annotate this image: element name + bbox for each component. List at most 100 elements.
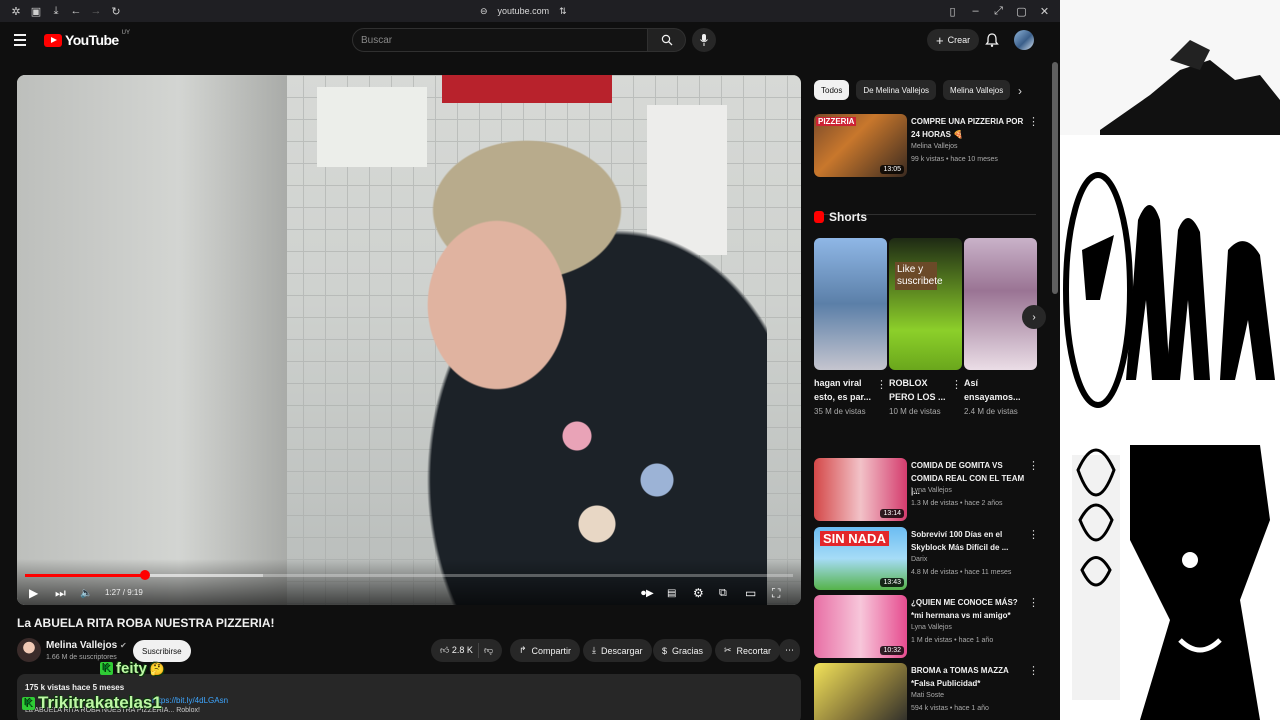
download-icon[interactable]: ⤓ [46, 0, 66, 22]
rec-channel: Melina Vallejos [911, 143, 958, 150]
channel-name-text: Melina Vallejos [46, 640, 118, 651]
duration-badge: 10:32 [880, 646, 904, 655]
clip-button[interactable]: ✂ Recortar [715, 639, 781, 662]
chip-de-melina-vallejos[interactable]: De Melina Vallejos [856, 80, 937, 100]
kick-logo-icon: K [22, 696, 35, 710]
volume-icon[interactable]: 🔈 [80, 585, 92, 601]
channel-avatar[interactable] [17, 638, 41, 662]
subtitles-icon[interactable]: ▤ [667, 585, 676, 601]
minimize-icon[interactable]: – [964, 0, 987, 22]
shorts-title: Shorts [829, 210, 868, 224]
theater-mode-icon[interactable]: ▭ [745, 585, 756, 601]
search-button[interactable] [648, 28, 686, 52]
search-input[interactable]: Buscar [352, 28, 648, 52]
youtube-logo[interactable]: YouTube UY [44, 30, 130, 48]
rec-title: BROMA a TOMAS MAZZA *Falsa Publicidad* [911, 666, 1009, 688]
description-link[interactable]: https://bit.ly/4dLGAsn [152, 696, 228, 705]
create-button[interactable]: + Crear [927, 29, 980, 51]
player-controls: ▶ ⏭ 🔈 1:27 / 9:19 ⏺▶ ▤ ⚙ ⧉ ▭ ⛶ [17, 559, 801, 605]
rec-title: Sobreviví 100 Días en el Skyblock Más Di… [911, 530, 1009, 552]
channel-name[interactable]: Melina Vallejos ✔ [46, 640, 127, 651]
reload-icon[interactable]: ↻ [106, 0, 126, 22]
short-title: hagan viral esto, es par... [814, 378, 872, 402]
thumbnail-text: Like y suscribete [895, 262, 943, 290]
recommended-video[interactable]: SIN NADA 13:43 Sobreviví 100 Días en el … [814, 527, 1039, 591]
more-vert-icon[interactable]: ⋮ [1028, 528, 1039, 541]
video-thumbnail[interactable]: SIN NADA 13:43 [814, 527, 907, 590]
like-dislike-group: 👍︎ 2.8 K 👎︎ [431, 639, 503, 662]
video-thumbnail[interactable]: PIZZERIA 13:05 [814, 114, 907, 177]
masthead: YouTube UY Buscar + Crear [0, 22, 1060, 58]
restore-icon[interactable]: ⤢ [987, 0, 1010, 22]
miniplayer-icon[interactable]: ⧉ [719, 585, 727, 601]
forward-icon[interactable]: → [86, 0, 106, 22]
video-title: La ABUELA RITA ROBA NUESTRA PIZZERIA! [17, 616, 275, 630]
view-stats: 175 k vistas hace 5 meses [25, 683, 125, 692]
split-view-icon[interactable]: ▯ [941, 0, 964, 22]
tune-icon[interactable]: ⇅ [559, 6, 567, 17]
recommended-video[interactable]: 10:32 ¿QUIEN ME CONOCE MÁS? *mi hermana … [814, 595, 1039, 659]
stream-overlay-name: K Trikitrakatelas1 [22, 693, 162, 713]
chevron-right-icon[interactable]: › [1018, 84, 1022, 98]
recommended-video[interactable]: PIZZERIA 13:05 COMPRE UNA PIZZERIA POR 2… [814, 114, 1039, 178]
extensions-icon[interactable]: ✲ [6, 0, 26, 22]
scrollbar-thumb[interactable] [1052, 62, 1058, 294]
video-frame [387, 120, 767, 605]
more-vert-icon[interactable]: ⋮ [951, 378, 962, 391]
video-thumbnail[interactable]: 13:14 [814, 458, 907, 521]
sidebar-toggle-icon[interactable]: ▣ [26, 0, 46, 22]
next-icon[interactable]: ⏭ [55, 585, 66, 601]
play-icon[interactable]: ▶ [29, 585, 38, 601]
rec-meta: 594 k vistas • hace 1 año [911, 705, 989, 712]
menu-icon[interactable] [14, 31, 32, 49]
settings-gear-icon[interactable]: ⚙ [693, 585, 704, 601]
scrollbar[interactable] [1050, 22, 1060, 720]
short-thumbnail[interactable] [814, 238, 887, 370]
recommended-video[interactable]: 13:14 COMIDA DE GOMITA VS COMIDA REAL CO… [814, 458, 1039, 522]
video-player[interactable]: ▶ ⏭ 🔈 1:27 / 9:19 ⏺▶ ▤ ⚙ ⧉ ▭ ⛶ [17, 75, 801, 605]
scrubber-knob[interactable] [139, 570, 150, 580]
divider [477, 643, 479, 658]
short-item[interactable]: Like y suscribete ROBLOX PERO LOS ... 10… [889, 238, 962, 416]
overlay-name-2: Trikitrakatelas1 [38, 693, 162, 712]
video-thumbnail[interactable] [814, 663, 907, 720]
kick-logo-icon: K [100, 662, 113, 675]
like-button[interactable]: 👍︎ 2.8 K [440, 645, 473, 656]
short-thumbnail[interactable] [964, 238, 1037, 370]
more-vert-icon[interactable]: ⋮ [1028, 664, 1039, 677]
thumbnail-text: PIZZERIA [816, 117, 857, 126]
address-bar[interactable]: ⊖ youtube.com ⇅ [480, 0, 567, 22]
site-info-icon[interactable]: ⊖ [480, 6, 488, 17]
back-icon[interactable]: ← [66, 0, 86, 22]
download-button[interactable]: ⤓ Descargar [583, 639, 652, 662]
progress-bar[interactable] [25, 570, 793, 580]
notifications-bell-icon[interactable] [984, 32, 1000, 48]
short-thumbnail[interactable]: Like y suscribete [889, 238, 962, 370]
maximize-icon[interactable]: ▢ [1010, 0, 1033, 22]
chip-todos[interactable]: Todos [814, 80, 850, 100]
share-button[interactable]: ↱ Compartir [510, 639, 581, 662]
rec-channel: Darix [911, 556, 928, 563]
rec-channel: Lyna Vallejos [911, 624, 952, 631]
subscribe-button[interactable]: Suscribirse [133, 640, 191, 662]
thanks-button[interactable]: $ Gracias [653, 639, 713, 662]
dislike-button[interactable]: 👎︎ [484, 645, 493, 656]
short-item[interactable]: Así ensayamos... 2.4 M de vistas [964, 238, 1037, 416]
fullscreen-icon[interactable]: ⛶ [772, 585, 780, 601]
shorts-next-button[interactable]: › [1022, 305, 1046, 329]
download-label: Descargar [600, 645, 643, 656]
more-vert-icon[interactable]: ⋮ [1028, 596, 1039, 609]
more-vert-icon[interactable]: ⋮ [1028, 115, 1039, 128]
short-item[interactable]: hagan viral esto, es par... 35 M de vist… [814, 238, 887, 416]
verified-icon: ✔ [119, 641, 127, 650]
voice-search-button[interactable] [692, 28, 716, 52]
account-avatar[interactable] [1014, 30, 1034, 50]
video-thumbnail[interactable]: 10:32 [814, 595, 907, 658]
autoplay-toggle-icon[interactable]: ⏺▶ [641, 585, 654, 601]
chip-melina-vallejos[interactable]: Melina Vallejos [943, 80, 1011, 100]
more-vert-icon[interactable]: ⋮ [1028, 459, 1039, 472]
close-icon[interactable]: ✕ [1033, 0, 1056, 22]
more-actions-button[interactable]: ⋯ [779, 639, 800, 662]
more-vert-icon[interactable]: ⋮ [876, 378, 887, 391]
recommended-video[interactable]: BROMA a TOMAS MAZZA *Falsa Publicidad* M… [814, 663, 1039, 720]
